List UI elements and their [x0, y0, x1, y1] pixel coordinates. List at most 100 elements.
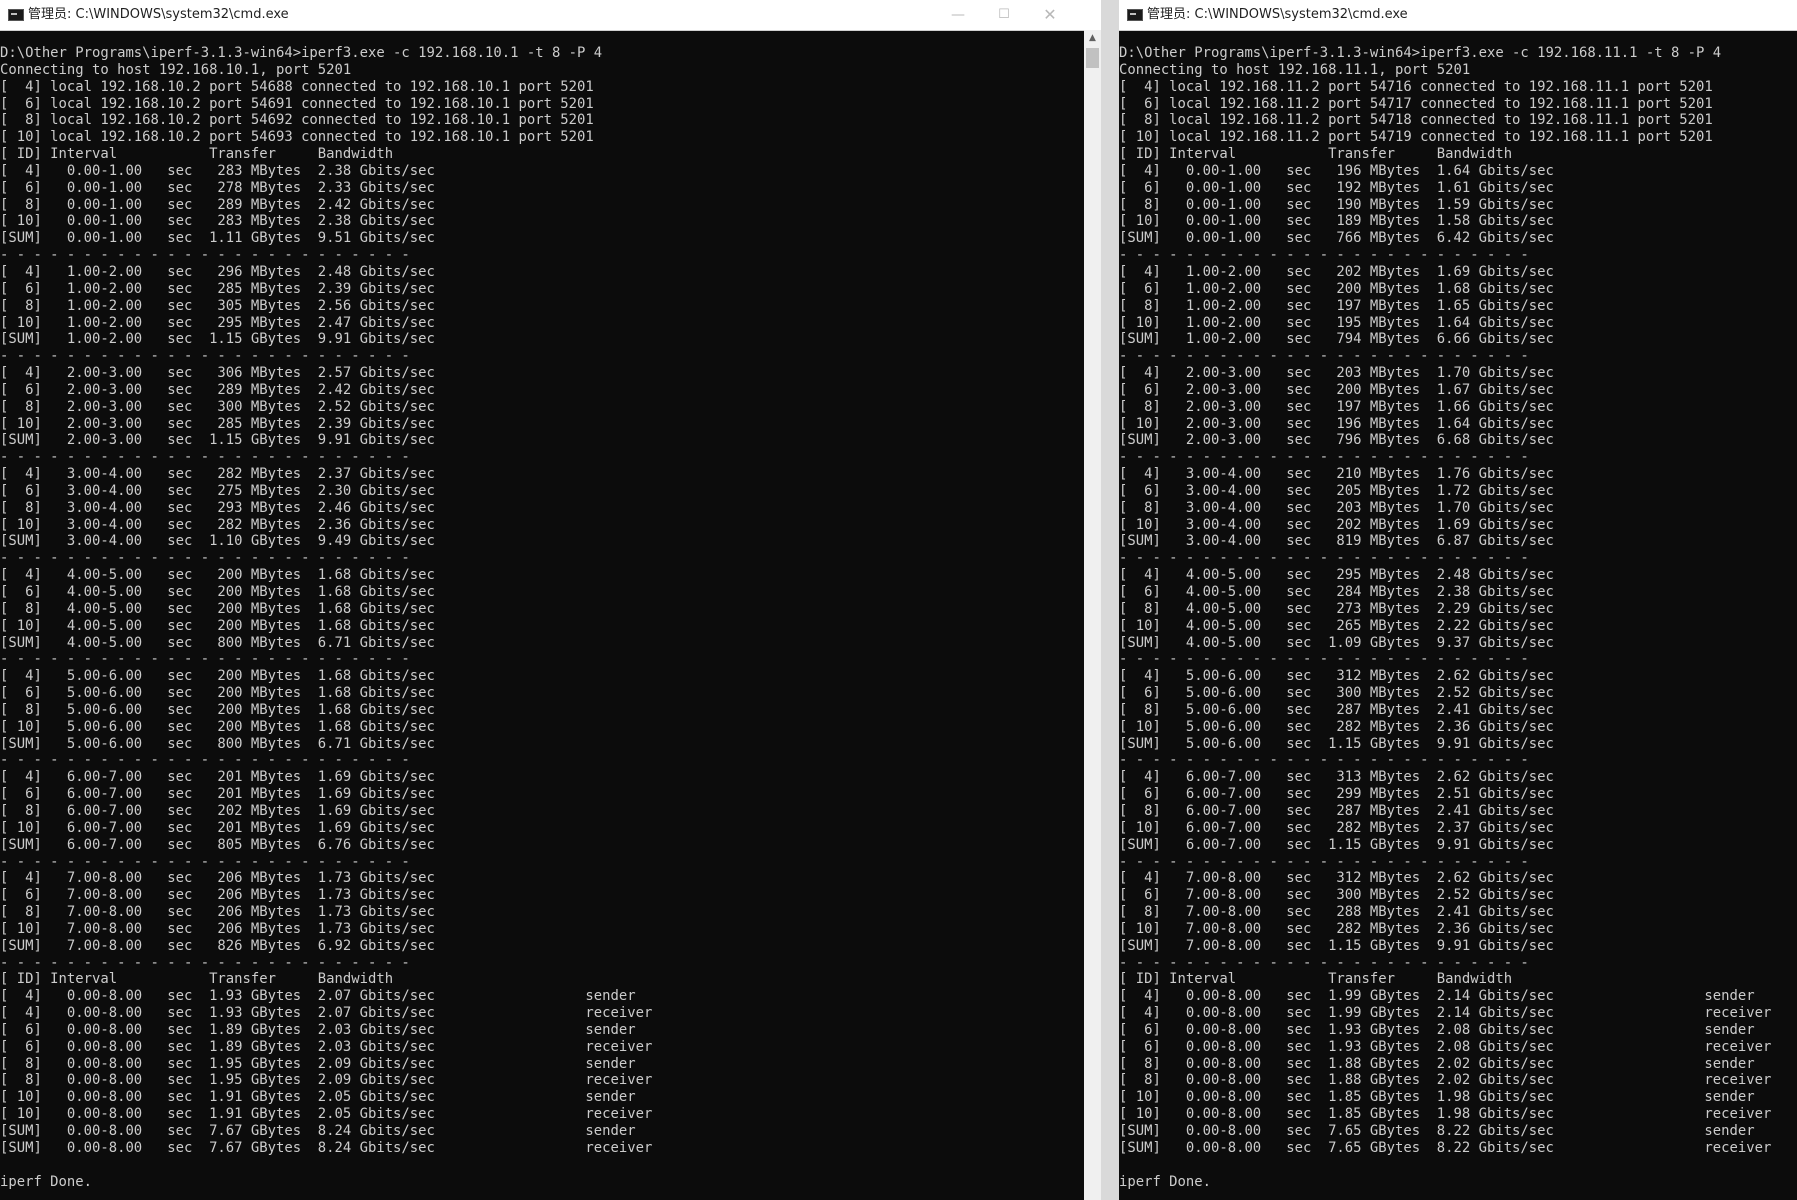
console-line: [SUM] 4.00-5.00 sec 800 MBytes 6.71 Gbit… — [0, 634, 435, 651]
console-line: iperf Done. — [0, 1173, 92, 1190]
console-line: - - - - - - - - - - - - - - - - - - - - … — [0, 651, 410, 668]
console-line: [ 4] 0.00-8.00 sec 1.93 GBytes 2.07 Gbit… — [0, 1005, 653, 1022]
console-line: [SUM] 1.00-2.00 sec 1.15 GBytes 9.91 Gbi… — [0, 331, 435, 348]
console-line: [SUM] 1.00-2.00 sec 794 MBytes 6.66 Gbit… — [1119, 331, 1554, 348]
cmd-window-right: 管理员: C:\WINDOWS\system32\cmd.exe D:\Othe… — [1119, 0, 1797, 1200]
console-line: [ 10] 0.00-1.00 sec 189 MBytes 1.58 Gbit… — [1119, 213, 1554, 230]
console-line: [ 6] 0.00-8.00 sec 1.93 GBytes 2.08 Gbit… — [1119, 1038, 1772, 1055]
console-line: [ 10] 6.00-7.00 sec 201 MBytes 1.69 Gbit… — [0, 819, 435, 836]
cmd-icon[interactable] — [1127, 9, 1143, 21]
console-line: [ 10] 0.00-8.00 sec 1.85 GBytes 1.98 Gbi… — [1119, 1089, 1755, 1106]
console-line: - - - - - - - - - - - - - - - - - - - - … — [1119, 752, 1529, 769]
console-line: [ 10] 3.00-4.00 sec 202 MBytes 1.69 Gbit… — [1119, 516, 1554, 533]
console-line: - - - - - - - - - - - - - - - - - - - - … — [0, 449, 410, 466]
arrow-up-icon[interactable]: ▲ — [1084, 30, 1101, 47]
console-line: [SUM] 2.00-3.00 sec 1.15 GBytes 9.91 Gbi… — [0, 432, 435, 449]
console-line: [ 4] 0.00-1.00 sec 196 MBytes 1.64 Gbits… — [1119, 162, 1554, 179]
window-title: 管理员: C:\WINDOWS\system32\cmd.exe — [28, 7, 289, 22]
titlebar[interactable]: 管理员: C:\WINDOWS\system32\cmd.exe — ☐ ✕ — [0, 0, 1101, 31]
console-line: [ 8] 1.00-2.00 sec 197 MBytes 1.65 Gbits… — [1119, 297, 1554, 314]
console-line: [SUM] 7.00-8.00 sec 1.15 GBytes 9.91 Gbi… — [1119, 937, 1554, 954]
console-line: [ 10] 0.00-8.00 sec 1.91 GBytes 2.05 Gbi… — [0, 1089, 636, 1106]
console-line: D:\Other Programs\iperf-3.1.3-win64>iper… — [0, 45, 603, 61]
console-line: - - - - - - - - - - - - - - - - - - - - … — [1119, 247, 1529, 264]
cmd-window-left: 管理员: C:\WINDOWS\system32\cmd.exe — ☐ ✕ D… — [0, 0, 1101, 1200]
console-output[interactable]: D:\Other Programs\iperf-3.1.3-win64>iper… — [0, 45, 1085, 1190]
console-line: - - - - - - - - - - - - - - - - - - - - … — [0, 348, 410, 365]
console-line: [SUM] 6.00-7.00 sec 1.15 GBytes 9.91 Gbi… — [1119, 836, 1554, 853]
console-line: [ 4] 5.00-6.00 sec 312 MBytes 2.62 Gbits… — [1119, 668, 1554, 685]
console-line: [ 8] 6.00-7.00 sec 202 MBytes 1.69 Gbits… — [0, 802, 435, 819]
console-line: [ 6] 0.00-1.00 sec 278 MBytes 2.33 Gbits… — [0, 179, 435, 196]
console-line: [ 6] 3.00-4.00 sec 275 MBytes 2.30 Gbits… — [0, 482, 435, 499]
titlebar[interactable]: 管理员: C:\WINDOWS\system32\cmd.exe — [1119, 0, 1797, 31]
console-line: [SUM] 5.00-6.00 sec 1.15 GBytes 9.91 Gbi… — [1119, 735, 1554, 752]
console-line: [ ID] Interval Transfer Bandwidth — [0, 971, 394, 988]
console-line: [ 10] 3.00-4.00 sec 282 MBytes 2.36 Gbit… — [0, 516, 435, 533]
console-output[interactable]: D:\Other Programs\iperf-3.1.3-win64>iper… — [1119, 45, 1797, 1190]
console-line: [ 6] 4.00-5.00 sec 284 MBytes 2.38 Gbits… — [1119, 584, 1554, 600]
console-line: [SUM] 4.00-5.00 sec 1.09 GBytes 9.37 Gbi… — [1119, 634, 1554, 651]
cmd-icon[interactable] — [8, 9, 24, 21]
console-line: [ 8] 2.00-3.00 sec 197 MBytes 1.66 Gbits… — [1119, 398, 1554, 415]
console-line: [ 10] 1.00-2.00 sec 195 MBytes 1.64 Gbit… — [1119, 314, 1554, 331]
console-line: [ 10] 4.00-5.00 sec 200 MBytes 1.68 Gbit… — [0, 617, 435, 634]
console-line: [ 4] 5.00-6.00 sec 200 MBytes 1.68 Gbits… — [0, 668, 435, 685]
console-line: [ 4] 3.00-4.00 sec 210 MBytes 1.76 Gbits… — [1119, 466, 1554, 483]
console-line: [ 8] local 192.168.11.2 port 54718 conne… — [1119, 112, 1713, 129]
console-line: [ 6] 6.00-7.00 sec 299 MBytes 2.51 Gbits… — [1119, 786, 1554, 803]
console-line: [ 6] 6.00-7.00 sec 201 MBytes 1.69 Gbits… — [0, 786, 435, 803]
console-line: [ 6] 5.00-6.00 sec 200 MBytes 1.68 Gbits… — [0, 685, 435, 702]
console-line: [ 6] 7.00-8.00 sec 206 MBytes 1.73 Gbits… — [0, 887, 435, 904]
console-line: [ ID] Interval Transfer Bandwidth — [1119, 971, 1513, 988]
console-line: [SUM] 0.00-8.00 sec 7.65 GBytes 8.22 Gbi… — [1119, 1123, 1755, 1139]
console-line: [ 4] 4.00-5.00 sec 295 MBytes 2.48 Gbits… — [1119, 567, 1554, 584]
console-line: [SUM] 7.00-8.00 sec 826 MBytes 6.92 Gbit… — [0, 937, 435, 954]
minimize-button[interactable]: — — [935, 0, 981, 30]
maximize-button[interactable]: ☐ — [981, 0, 1027, 30]
console-line: [ 8] 0.00-1.00 sec 289 MBytes 2.42 Gbits… — [0, 196, 435, 213]
console-line: [ 8] 6.00-7.00 sec 287 MBytes 2.41 Gbits… — [1119, 802, 1554, 819]
console-line: [SUM] 0.00-8.00 sec 7.67 GBytes 8.24 Gbi… — [0, 1139, 653, 1156]
console-line: [ 6] local 192.168.10.2 port 54691 conne… — [0, 95, 594, 112]
console-line: [SUM] 6.00-7.00 sec 805 MBytes 6.76 Gbit… — [0, 836, 435, 853]
console-line: [ 4] 4.00-5.00 sec 200 MBytes 1.68 Gbits… — [0, 567, 435, 584]
console-line: [ 8] 0.00-8.00 sec 1.95 GBytes 2.09 Gbit… — [0, 1072, 653, 1089]
console-line: - - - - - - - - - - - - - - - - - - - - … — [0, 247, 410, 264]
console-line: [ 6] 0.00-8.00 sec 1.89 GBytes 2.03 Gbit… — [0, 1038, 653, 1055]
console-line: [ 8] 7.00-8.00 sec 206 MBytes 1.73 Gbits… — [0, 904, 435, 921]
console-line: [ 8] local 192.168.10.2 port 54692 conne… — [0, 112, 594, 129]
console-line: [ 8] 3.00-4.00 sec 293 MBytes 2.46 Gbits… — [0, 499, 435, 516]
console-line: [ 10] 4.00-5.00 sec 265 MBytes 2.22 Gbit… — [1119, 617, 1554, 634]
console-line: - - - - - - - - - - - - - - - - - - - - … — [1119, 651, 1529, 668]
console-line: [ 10] 2.00-3.00 sec 285 MBytes 2.39 Gbit… — [0, 415, 435, 432]
console-line: - - - - - - - - - - - - - - - - - - - - … — [1119, 954, 1529, 971]
close-button[interactable]: ✕ — [1027, 0, 1073, 30]
console-line: [ 4] 2.00-3.00 sec 306 MBytes 2.57 Gbits… — [0, 365, 435, 382]
console-line: [ 4] 1.00-2.00 sec 202 MBytes 1.69 Gbits… — [1119, 263, 1554, 280]
console-line: [SUM] 0.00-1.00 sec 1.11 GBytes 9.51 Gbi… — [0, 230, 435, 247]
console-line: [SUM] 5.00-6.00 sec 800 MBytes 6.71 Gbit… — [0, 735, 435, 752]
console-line: [ 10] 2.00-3.00 sec 196 MBytes 1.64 Gbit… — [1119, 415, 1554, 432]
console-line: [ 8] 2.00-3.00 sec 300 MBytes 2.52 Gbits… — [0, 398, 435, 415]
console-line: [ 10] local 192.168.11.2 port 54719 conn… — [1119, 129, 1713, 146]
console-line: [ 10] 5.00-6.00 sec 282 MBytes 2.36 Gbit… — [1119, 718, 1554, 735]
console-line: [ 4] 7.00-8.00 sec 312 MBytes 2.62 Gbits… — [1119, 870, 1554, 887]
console-line: [ 6] 1.00-2.00 sec 200 MBytes 1.68 Gbits… — [1119, 280, 1554, 297]
console-line: - - - - - - - - - - - - - - - - - - - - … — [1119, 550, 1529, 567]
console-line: [ 10] 0.00-8.00 sec 1.91 GBytes 2.05 Gbi… — [0, 1106, 653, 1123]
console-line: [SUM] 2.00-3.00 sec 796 MBytes 6.68 Gbit… — [1119, 432, 1554, 449]
console-line: - - - - - - - - - - - - - - - - - - - - … — [1119, 449, 1529, 466]
console-line: [ 4] 6.00-7.00 sec 313 MBytes 2.62 Gbits… — [1119, 769, 1554, 786]
console-line: [ 4] 0.00-8.00 sec 1.99 GBytes 2.14 Gbit… — [1119, 988, 1755, 1005]
console-line: [ 4] local 192.168.11.2 port 54716 conne… — [1119, 78, 1713, 95]
vertical-scrollbar[interactable]: ▲ — [1084, 30, 1101, 1200]
console-line: [ 6] 2.00-3.00 sec 200 MBytes 1.67 Gbits… — [1119, 381, 1554, 398]
console-line: - - - - - - - - - - - - - - - - - - - - … — [0, 954, 410, 971]
console-line: [ 8] 0.00-8.00 sec 1.95 GBytes 2.09 Gbit… — [0, 1055, 636, 1072]
scrollbar-thumb[interactable] — [1086, 48, 1099, 68]
console-line: [ 10] 1.00-2.00 sec 295 MBytes 2.47 Gbit… — [0, 314, 435, 331]
console-line: Connecting to host 192.168.11.1, port 52… — [1119, 61, 1471, 78]
console-line: - - - - - - - - - - - - - - - - - - - - … — [1119, 348, 1529, 365]
console-line: [ 4] local 192.168.10.2 port 54688 conne… — [0, 78, 594, 95]
